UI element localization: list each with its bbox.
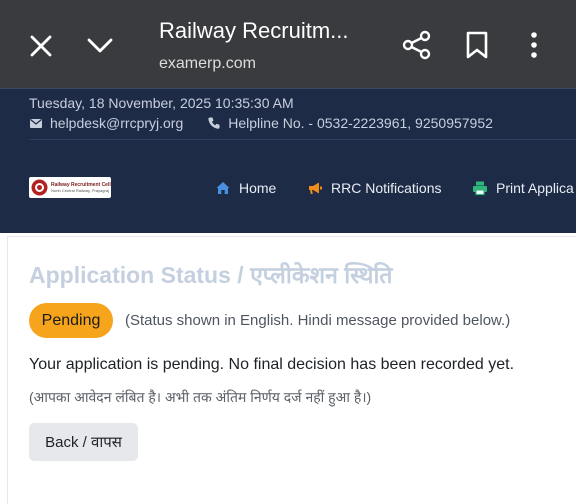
site-logo[interactable]: Railway Recruitment Cell North Central R… — [29, 177, 111, 198]
logo-title: Railway Recruitment Cell — [51, 181, 111, 188]
page-title: Application Status / एप्लीकेशन स्थिति — [29, 262, 393, 288]
nav-rrc-notifications[interactable]: RRC Notifications — [307, 179, 441, 197]
contact-row: helpdesk@rrcpryj.org Helpline No. - 0532… — [29, 114, 493, 132]
status-badge: Pending — [29, 303, 113, 338]
chevron-down-icon[interactable] — [86, 34, 114, 56]
rrc-seal-icon — [31, 179, 48, 196]
more-vert-icon[interactable] — [526, 30, 542, 60]
mail-icon — [30, 119, 42, 128]
tab-url[interactable]: examerp.com — [159, 55, 256, 73]
home-icon — [216, 182, 230, 194]
nav-home-label: Home — [239, 180, 277, 196]
nav-print-label: Print Applica — [496, 180, 574, 196]
status-note: (Status shown in English. Hindi message … — [125, 312, 511, 329]
helpline: Helpline No. - 0532-2223961, 9250957952 — [228, 115, 493, 131]
divider — [0, 88, 576, 89]
back-button[interactable]: Back / वापस — [29, 423, 138, 461]
browser-toolbar: Railway Recruitm... examerp.com — [0, 0, 576, 88]
printer-icon — [473, 181, 487, 196]
email-link[interactable]: helpdesk@rrcpryj.org — [50, 115, 183, 131]
site-header: Tuesday, 18 November, 2025 10:35:30 AM h… — [0, 88, 576, 233]
header-separator — [29, 139, 576, 140]
share-icon[interactable] — [401, 29, 433, 61]
nav-print-application[interactable]: Print Applica — [472, 179, 574, 197]
close-icon[interactable] — [28, 33, 54, 59]
status-message-english: Your application is pending. No final de… — [29, 356, 515, 373]
nav-home[interactable]: Home — [215, 179, 276, 197]
datetime: Tuesday, 18 November, 2025 10:35:30 AM — [29, 95, 294, 111]
logo-subtitle: North Central Railway, Prayagraj — [51, 187, 109, 193]
bookmark-icon[interactable] — [464, 30, 490, 60]
megaphone-icon — [309, 182, 322, 194]
nav-notifications-label: RRC Notifications — [331, 180, 442, 196]
phone-icon — [208, 117, 220, 129]
tab-title: Railway Recruitm... — [159, 18, 349, 43]
status-message-hindi: (आपका आवेदन लंबित है। अभी तक अंतिम निर्ण… — [29, 389, 372, 405]
